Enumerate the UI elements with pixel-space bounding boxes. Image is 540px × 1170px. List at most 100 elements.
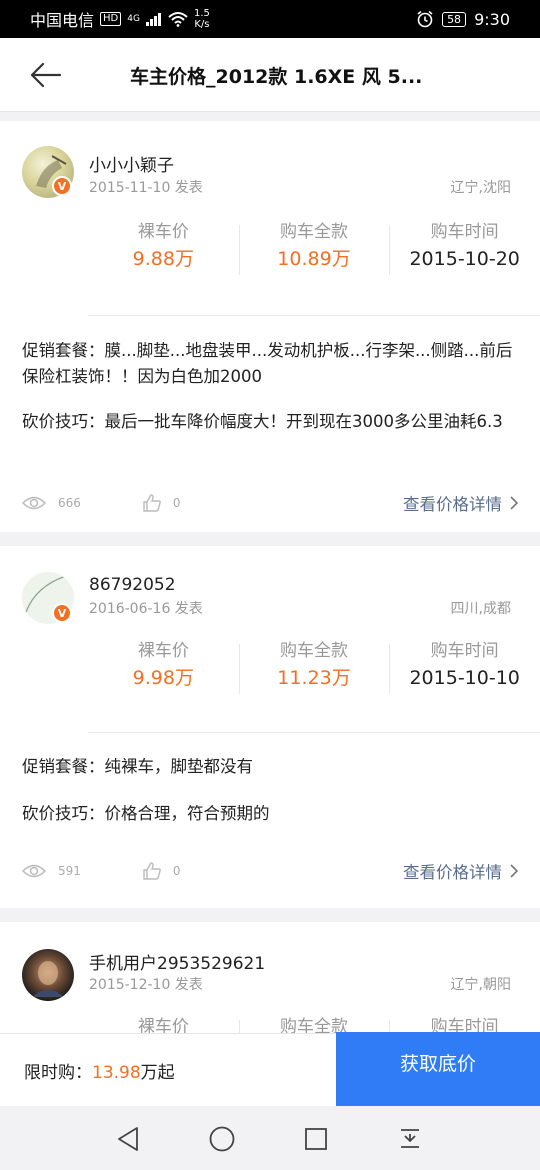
- username[interactable]: 手机用户2953529621: [89, 949, 265, 974]
- system-home-button[interactable]: [207, 1124, 237, 1154]
- stat-value: 10.89万: [277, 248, 351, 270]
- thumbs-up-icon: [143, 862, 161, 880]
- username[interactable]: 86792052: [89, 575, 176, 595]
- chevron-right-icon: [510, 496, 518, 510]
- system-recents-button[interactable]: [301, 1124, 331, 1154]
- speed-value: 1.5: [193, 8, 210, 19]
- network-type: 4G: [127, 14, 140, 24]
- username[interactable]: 小小小颖子: [89, 151, 174, 176]
- bargain-tip-text: 砍价技巧：价格合理，符合预期的: [22, 804, 270, 823]
- avatar-image-icon: [32, 961, 64, 997]
- battery-icon: 58: [442, 11, 467, 27]
- stat-purchase-date: 购车时间: [389, 1014, 540, 1033]
- price-stats: 裸车价 购车全款 购车时间: [88, 1014, 540, 1033]
- square-recents-icon: [305, 1128, 327, 1150]
- card-footer: 666 0 查看价格详情: [22, 490, 518, 516]
- stat-label: 裸车价: [137, 1017, 189, 1033]
- thumbs-up-icon: [143, 494, 161, 512]
- price-stats: 裸车价 9.88万 购车全款 10.89万 购车时间 2015-10-20: [88, 219, 540, 275]
- navbar: 车主价格_2012款 1.6XE 风 5...: [0, 38, 540, 112]
- stat-label: 购车全款: [280, 1017, 348, 1033]
- limited-offer: 限时购：13.98万起: [24, 1058, 175, 1083]
- alarm-icon: [417, 10, 433, 28]
- system-back-button[interactable]: [113, 1124, 143, 1154]
- back-button[interactable]: [26, 58, 66, 92]
- promo-text: 促销套餐：膜...脚垫...地盘装甲...发动机护板...行李架...侧踏...…: [22, 341, 513, 386]
- stat-label: 裸车价: [137, 222, 189, 242]
- eye-icon: [22, 864, 46, 878]
- view-count-value: 591: [58, 864, 81, 878]
- divider: [88, 732, 540, 733]
- card-footer: 591 0 查看价格详情: [22, 858, 518, 884]
- view-price-detail-link[interactable]: 查看价格详情: [403, 859, 518, 883]
- signal-icon: [145, 13, 161, 26]
- view-count-value: 666: [58, 496, 81, 510]
- triangle-back-icon: [118, 1127, 138, 1151]
- pull-down-icon: [401, 1129, 419, 1148]
- card-gap: [0, 532, 540, 546]
- avatar[interactable]: [22, 949, 74, 1001]
- bargain-tip-text: 砍价技巧：最后一批车降价幅度大！开到现在3000多公里油耗6.3: [22, 412, 503, 431]
- price-card: V 86792052 2016-06-16 发表 四川,成都 裸车价 9.98万…: [0, 546, 540, 908]
- price-card: V 小小小颖子 2015-11-10 发表 辽宁,沈阳 裸车价 9.88万 购车…: [0, 121, 540, 532]
- stat-total-price: 购车全款 10.89万: [238, 219, 390, 275]
- divider: [88, 315, 540, 316]
- hd-icon: HD: [100, 12, 122, 26]
- like-button[interactable]: 0: [143, 862, 181, 880]
- stat-label: 购车时间: [430, 641, 499, 661]
- post-date: 2016-06-16 发表: [89, 601, 203, 617]
- view-count: 666: [22, 495, 81, 511]
- get-lowest-price-button[interactable]: 获取底价: [336, 1032, 540, 1107]
- system-nav-bar: [0, 1106, 540, 1170]
- stat-label: 裸车价: [137, 641, 189, 661]
- stat-value: 9.98万: [132, 667, 194, 689]
- limited-offer-prefix: 限时购：: [24, 1063, 92, 1083]
- view-price-detail-link[interactable]: 查看价格详情: [403, 491, 518, 515]
- back-arrow-icon: [30, 62, 62, 88]
- stat-bare-price: 裸车价: [88, 1014, 239, 1033]
- chevron-right-icon: [510, 864, 518, 878]
- like-button[interactable]: 0: [143, 494, 181, 512]
- stat-bare-price: 裸车价 9.98万: [88, 638, 239, 692]
- location: 辽宁,沈阳: [450, 180, 511, 196]
- location: 辽宁,朝阳: [450, 977, 511, 993]
- stat-total-price: 购车全款 11.23万: [238, 638, 390, 694]
- limited-offer-price: 13.98: [92, 1063, 141, 1083]
- post-date: 2015-12-10 发表: [89, 977, 203, 993]
- post-date: 2015-11-10 发表: [89, 180, 203, 196]
- stat-value: 2015-10-20: [409, 248, 520, 270]
- status-bar: 中国电信 HD 4G 1.5 K/s 58 9:30: [0, 0, 540, 38]
- stat-purchase-date: 购车时间 2015-10-10: [389, 638, 540, 694]
- verified-badge-icon: V: [52, 176, 72, 196]
- stat-value: 2015-10-10: [409, 667, 520, 689]
- page-title: 车主价格_2012款 1.6XE 风 5...: [130, 66, 423, 88]
- detail-link-label: 查看价格详情: [403, 863, 502, 882]
- stat-purchase-date: 购车时间 2015-10-20: [389, 219, 540, 275]
- stat-label: 购车全款: [280, 222, 348, 242]
- clock: 9:30: [474, 9, 510, 29]
- wifi-icon: [168, 12, 188, 27]
- circle-home-icon: [209, 1126, 235, 1152]
- like-count: 0: [172, 864, 181, 878]
- carrier-label: 中国电信: [30, 11, 95, 30]
- like-count: 0: [172, 496, 181, 510]
- stat-value: 11.23万: [277, 667, 351, 689]
- stat-label: 购车时间: [430, 1017, 499, 1033]
- limited-offer-suffix: 万起: [140, 1063, 175, 1083]
- stat-label: 购车时间: [430, 222, 499, 242]
- speed-unit: K/s: [194, 19, 210, 30]
- promo-text: 促销套餐：纯裸车，脚垫都没有: [22, 757, 253, 776]
- price-card: 手机用户2953529621 2015-12-10 发表 辽宁,朝阳 裸车价 购…: [0, 922, 540, 1033]
- price-list[interactable]: V 小小小颖子 2015-11-10 发表 辽宁,沈阳 裸车价 9.88万 购车…: [0, 113, 540, 1033]
- eye-icon: [22, 496, 46, 510]
- stat-value: 9.88万: [132, 248, 194, 270]
- card-gap: [0, 908, 540, 922]
- stat-total-price: 购车全款: [238, 1014, 390, 1033]
- stat-bare-price: 裸车价 9.88万: [88, 219, 239, 273]
- detail-link-label: 查看价格详情: [403, 495, 502, 514]
- bottom-action-bar: 限时购：13.98万起 获取底价: [0, 1032, 540, 1107]
- view-count: 591: [22, 863, 81, 879]
- price-stats: 裸车价 9.98万 购车全款 11.23万 购车时间 2015-10-10: [88, 638, 540, 694]
- verified-badge-icon: V: [52, 603, 72, 623]
- system-notification-button[interactable]: [395, 1124, 425, 1154]
